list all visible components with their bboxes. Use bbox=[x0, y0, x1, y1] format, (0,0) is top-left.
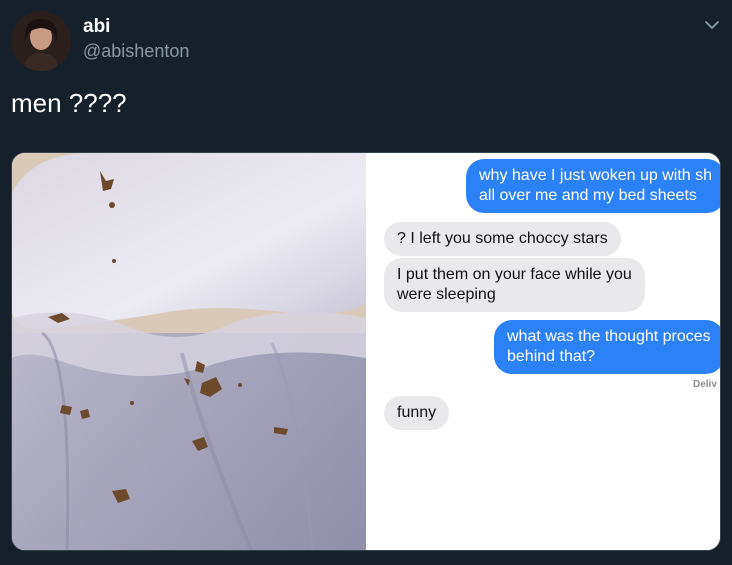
message-line: what was the thought proces bbox=[507, 328, 711, 345]
message-line: funny bbox=[397, 404, 437, 421]
avatar[interactable] bbox=[11, 11, 71, 71]
message-line: ? I left you some choccy stars bbox=[397, 230, 608, 247]
tweet: abi @abishenton men ???? why have I just… bbox=[0, 0, 732, 565]
message-thread: why have I just woken up with sh all ove… bbox=[366, 153, 720, 550]
tweet-media[interactable]: why have I just woken up with sh all ove… bbox=[11, 152, 721, 551]
message-line: why have I just woken up with sh bbox=[479, 167, 713, 184]
delivered-status: Deliv bbox=[693, 379, 717, 390]
message-bubble-incoming: funny bbox=[384, 396, 450, 430]
message-bubble-outgoing: what was the thought proces behind that? bbox=[494, 320, 720, 374]
message-line: I put them on your face while you bbox=[397, 266, 632, 283]
message-line: were sleeping bbox=[397, 286, 496, 303]
display-name[interactable]: abi bbox=[83, 16, 110, 38]
message-bubble-incoming: I put them on your face while you were s… bbox=[384, 258, 645, 312]
bed-photo[interactable] bbox=[12, 153, 366, 550]
tweet-text: men ???? bbox=[11, 88, 127, 118]
message-bubble-incoming: ? I left you some choccy stars bbox=[384, 222, 621, 256]
message-line: behind that? bbox=[507, 348, 596, 365]
chevron-down-icon[interactable] bbox=[701, 14, 723, 36]
user-handle[interactable]: @abishenton bbox=[83, 41, 189, 62]
message-line: all over me and my bed sheets bbox=[479, 187, 697, 204]
message-bubble-outgoing: why have I just woken up with sh all ove… bbox=[466, 159, 720, 213]
